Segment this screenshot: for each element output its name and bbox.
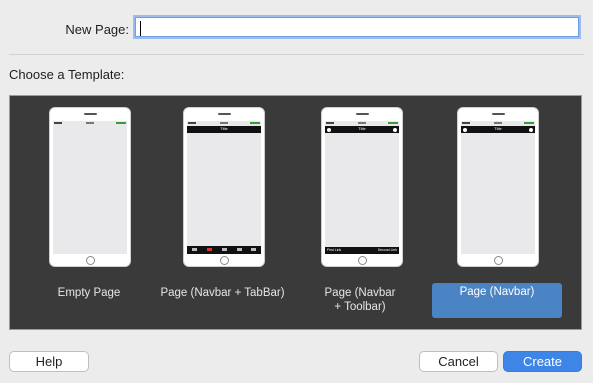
phone-preview: Title First Link Second Link xyxy=(321,107,403,267)
status-bar xyxy=(53,121,127,126)
navbar: Title xyxy=(325,126,399,133)
cancel-button[interactable]: Cancel xyxy=(419,351,498,372)
template-empty-page[interactable]: Empty Page xyxy=(10,96,150,331)
template-label: Empty Page xyxy=(57,287,121,299)
phone-speaker xyxy=(356,113,369,115)
template-navbar-tabbar[interactable]: Title Page (Navbar + TabBar) xyxy=(150,96,295,331)
phone-speaker xyxy=(218,113,231,115)
phone-speaker xyxy=(84,113,97,115)
divider xyxy=(9,54,584,55)
template-label-line2: + Toolbar) xyxy=(334,301,386,313)
home-button-icon xyxy=(494,256,503,265)
tabbar xyxy=(187,246,261,254)
phone-screen: Title First Link Second Link xyxy=(325,121,399,254)
help-button[interactable]: Help xyxy=(9,351,89,372)
page-name-input[interactable] xyxy=(135,17,579,37)
home-button-icon xyxy=(358,256,367,265)
navbar-title: Title xyxy=(358,126,366,131)
page-name-row: New Page: xyxy=(0,16,593,42)
create-button[interactable]: Create xyxy=(503,351,582,372)
phone-preview: Title xyxy=(457,107,539,267)
phone-screen: Title xyxy=(461,121,535,254)
navbar: Title xyxy=(187,126,261,133)
phone-screen: Title xyxy=(187,121,261,254)
action-icon xyxy=(529,127,533,132)
template-label-line1: Page (Navbar xyxy=(324,287,396,299)
toolbar: First Link Second Link xyxy=(325,247,399,254)
phone-speaker xyxy=(492,113,505,115)
home-button-icon xyxy=(86,256,95,265)
navbar-title: Title xyxy=(220,126,228,131)
navbar: Title xyxy=(461,126,535,133)
phone-preview xyxy=(49,107,131,267)
page-name-label: New Page: xyxy=(65,22,129,37)
toolbar-right-link: Second Link xyxy=(377,248,397,252)
template-gallery: Empty Page Title Page (Navbar + TabBar) … xyxy=(9,95,582,330)
template-section-label: Choose a Template: xyxy=(9,67,125,82)
template-label: Page (Navbar + Toolbar) xyxy=(310,286,410,314)
action-icon xyxy=(393,127,397,132)
template-label: Page (Navbar + TabBar) xyxy=(160,287,285,299)
phone-screen xyxy=(53,121,127,254)
home-button-icon xyxy=(220,256,229,265)
template-navbar-toolbar[interactable]: Title First Link Second Link Page (Navba… xyxy=(295,96,425,331)
template-label: Page (Navbar) xyxy=(459,286,535,298)
text-cursor xyxy=(140,21,141,36)
phone-preview: Title xyxy=(183,107,265,267)
navbar-title: Title xyxy=(494,126,502,131)
template-navbar[interactable]: Title Page (Navbar) xyxy=(425,96,583,331)
toolbar-left-link: First Link xyxy=(327,248,342,252)
